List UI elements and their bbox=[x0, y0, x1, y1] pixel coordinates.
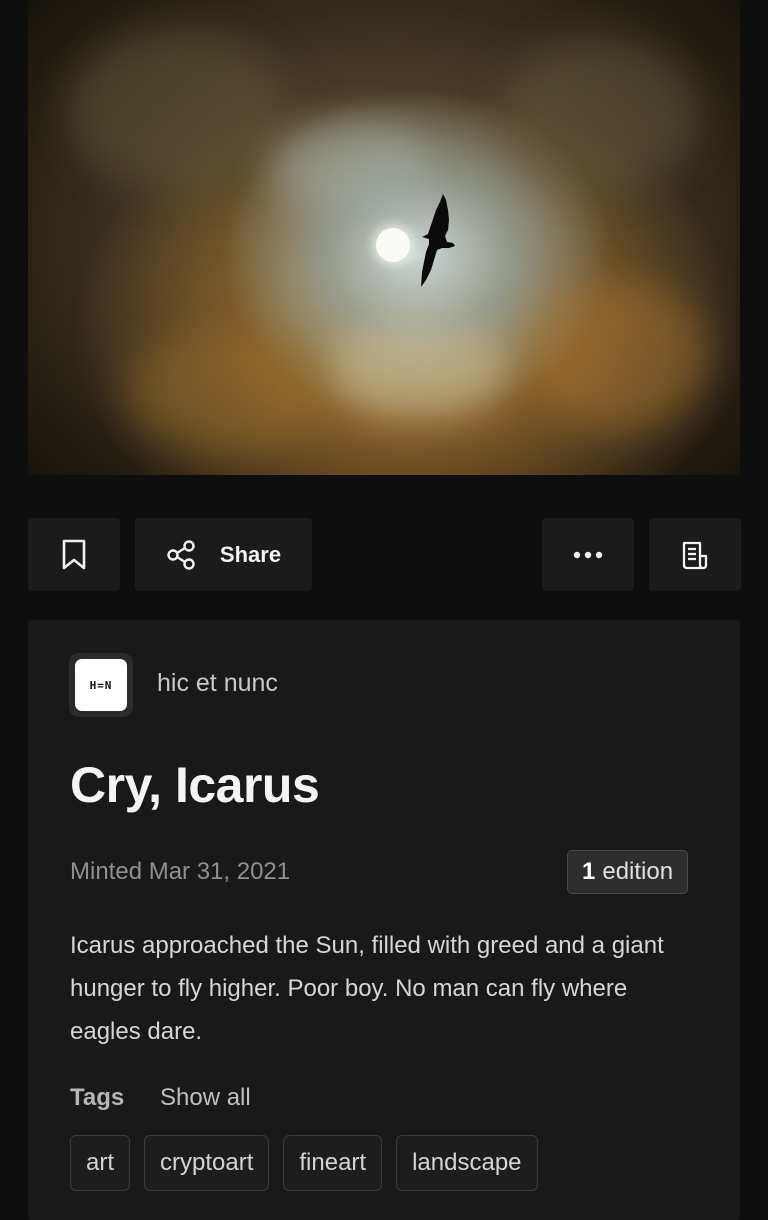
share-button-label: Share bbox=[219, 541, 282, 567]
cloud-shape bbox=[528, 280, 708, 430]
artwork-details-card: H=N hic et nunc Cry, Icarus Minted Mar 3… bbox=[28, 620, 740, 1220]
share-button[interactable]: Share bbox=[135, 518, 312, 591]
bookmark-icon bbox=[62, 539, 86, 569]
creator-name[interactable]: hic et nunc bbox=[157, 669, 278, 698]
artwork-title: Cry, Icarus bbox=[70, 757, 320, 813]
cloud-shape bbox=[498, 40, 698, 190]
cloud-shape bbox=[268, 120, 428, 210]
details-button[interactable] bbox=[649, 518, 741, 591]
cloud-shape bbox=[328, 320, 508, 420]
show-all-tags-link[interactable]: Show all bbox=[160, 1084, 251, 1112]
artwork-image[interactable] bbox=[28, 0, 740, 475]
edition-count: 1 bbox=[582, 858, 596, 885]
tag-chip[interactable]: fineart bbox=[283, 1135, 383, 1191]
cloud-shape bbox=[68, 30, 288, 190]
platform-avatar[interactable]: H=N bbox=[69, 653, 133, 717]
eagle-silhouette bbox=[421, 194, 455, 287]
artwork-description: Icarus approached the Sun, filled with g… bbox=[70, 932, 664, 1045]
cloud-shape bbox=[128, 330, 328, 450]
tag-list: art cryptoart fineart landscape bbox=[70, 1135, 538, 1191]
edition-badge: 1 edition bbox=[567, 850, 689, 894]
tag-chip[interactable]: art bbox=[70, 1135, 131, 1191]
edition-label: edition bbox=[602, 858, 674, 885]
document-icon bbox=[682, 541, 708, 569]
tag-chip[interactable]: landscape bbox=[396, 1135, 538, 1191]
bookmark-button[interactable] bbox=[28, 518, 120, 591]
tag-chip[interactable]: cryptoart bbox=[144, 1135, 270, 1191]
more-options-button[interactable] bbox=[542, 518, 634, 591]
tags-heading: Tags bbox=[70, 1084, 125, 1111]
more-icon bbox=[573, 551, 603, 558]
platform-logo: H=N bbox=[75, 659, 127, 711]
minted-date: Minted Mar 31, 2021 bbox=[70, 858, 291, 885]
sun-disc bbox=[376, 228, 410, 262]
share-icon bbox=[167, 539, 195, 570]
